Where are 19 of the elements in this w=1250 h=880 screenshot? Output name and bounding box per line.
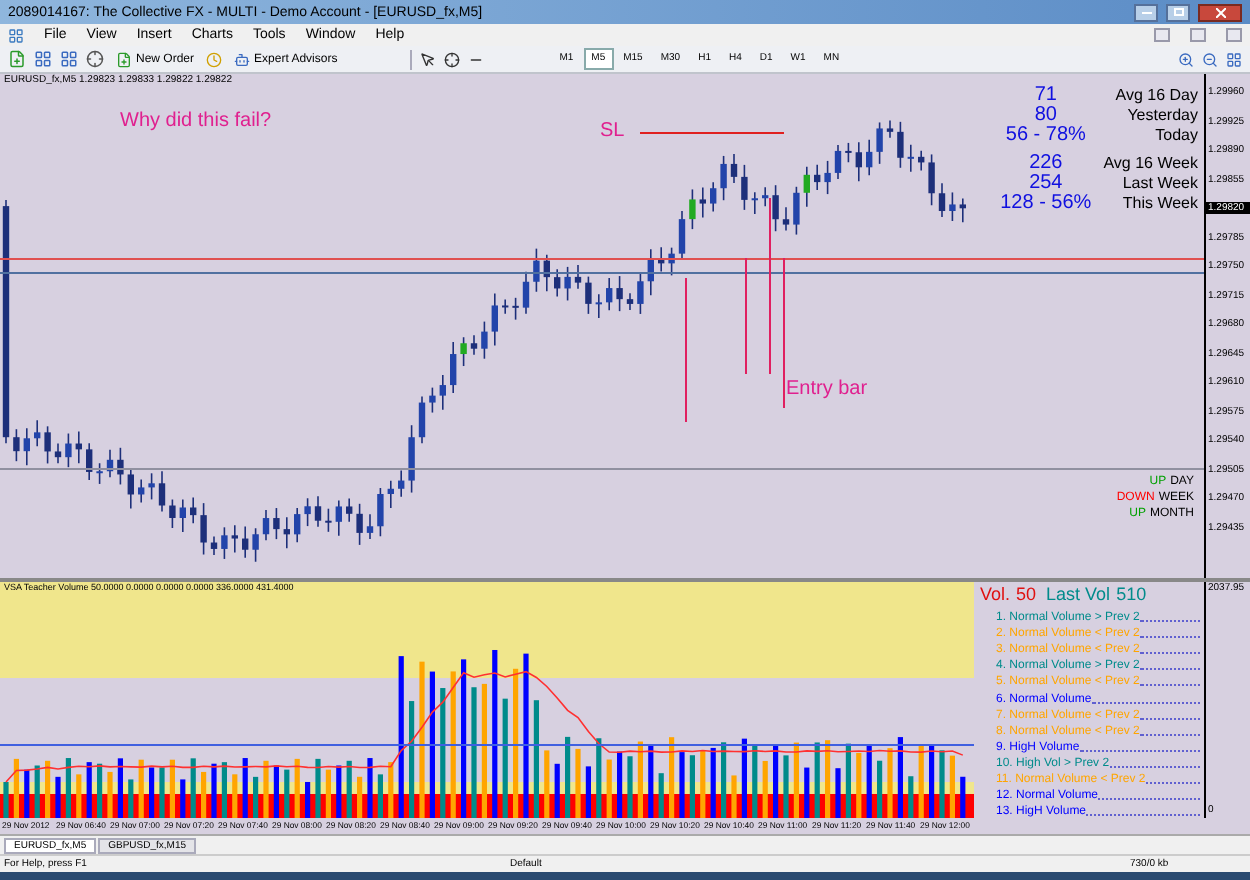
stat-value: 254: [1027, 174, 1065, 194]
chart-annotation: Entry bar: [786, 380, 868, 400]
stat-label: Avg 16 Week: [1103, 154, 1198, 174]
stat-label: Last Week: [1120, 174, 1198, 194]
vol-value: 50: [1016, 586, 1037, 604]
last-vol-label: Last Vol: [1046, 586, 1111, 604]
chart-annotation: SL: [600, 122, 625, 142]
vol-label: Vol.: [980, 586, 1011, 604]
chart-annotation: Why did this fail?: [120, 112, 272, 132]
stat-value: 226: [1027, 154, 1065, 174]
last-vol-value: 510: [1116, 586, 1147, 604]
stat-label: Today: [1153, 126, 1198, 146]
stat-value: 80: [1032, 106, 1059, 126]
stat-label: Yesterday: [1125, 106, 1198, 126]
stat-value: 128 - 56%: [1000, 194, 1092, 214]
stat-value: 71: [1032, 86, 1059, 106]
stat-label: Avg 16 Day: [1113, 86, 1198, 106]
stat-label: This Week: [1120, 194, 1198, 214]
stat-value: 56 - 78%: [1003, 126, 1088, 146]
